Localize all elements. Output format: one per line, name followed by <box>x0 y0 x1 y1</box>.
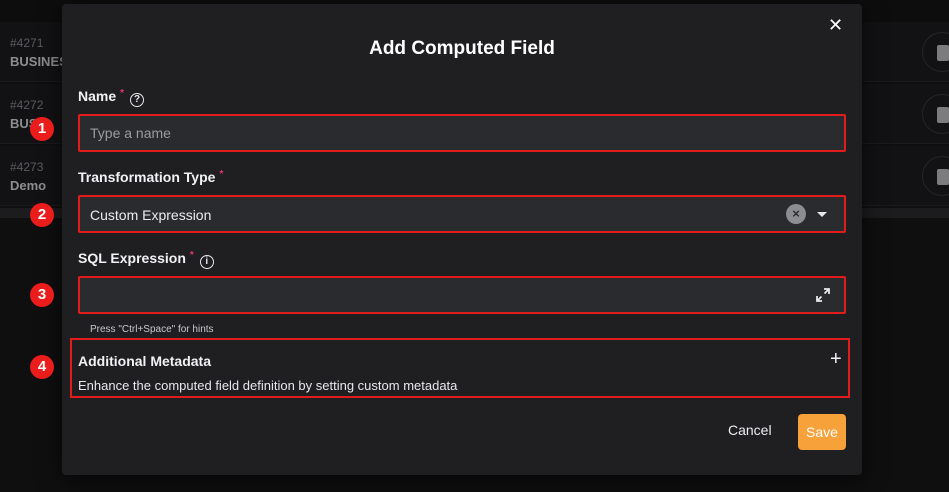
step-marker-1: 1 <box>30 117 54 141</box>
name-label-text: Name <box>78 88 117 104</box>
plus-icon[interactable]: + <box>830 349 842 369</box>
sql-expression-label: SQL Expression * i <box>78 250 214 269</box>
info-icon[interactable]: i <box>199 255 214 269</box>
add-computed-field-dialog: ✕ Add Computed Field Name*? Transformati… <box>62 4 862 475</box>
close-icon[interactable]: ✕ <box>828 16 843 34</box>
question-help-icon[interactable]: ? <box>130 93 145 107</box>
transformation-type-value: Custom Expression <box>90 207 212 223</box>
sql-expression-label-text: SQL Expression <box>78 250 186 266</box>
step-marker-2: 2 <box>30 203 54 227</box>
required-marker: * <box>189 250 194 261</box>
cancel-button[interactable]: Cancel <box>728 422 772 438</box>
sql-hint-text: Press "Ctrl+Space" for hints <box>90 324 214 335</box>
additional-metadata-title: Additional Metadata <box>78 353 212 369</box>
additional-metadata-description: Enhance the computed field definition by… <box>78 378 458 393</box>
clear-icon[interactable]: × <box>786 204 806 224</box>
name-label: Name *? <box>78 88 145 107</box>
required-marker: * <box>219 169 224 180</box>
name-field[interactable] <box>78 114 846 152</box>
chevron-down-icon[interactable] <box>817 212 827 217</box>
sql-expression-editor[interactable] <box>78 276 846 314</box>
name-input[interactable] <box>90 124 830 142</box>
transformation-type-select[interactable]: Custom Expression × <box>78 195 846 233</box>
step-marker-4: 4 <box>30 355 54 379</box>
dialog-title: Add Computed Field <box>369 38 555 59</box>
save-button[interactable]: Save <box>798 414 846 450</box>
transformation-type-label-text: Transformation Type <box>78 169 216 185</box>
transformation-type-label: Transformation Type * <box>78 169 223 185</box>
required-marker: * <box>120 88 125 99</box>
additional-metadata-section[interactable]: Additional Metadata Enhance the computed… <box>70 338 850 398</box>
expand-icon[interactable] <box>816 288 830 302</box>
step-marker-3: 3 <box>30 283 54 307</box>
